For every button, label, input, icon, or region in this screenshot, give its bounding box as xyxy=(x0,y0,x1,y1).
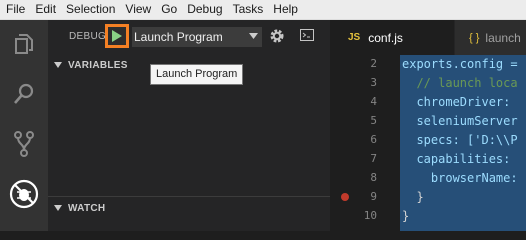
gear-icon[interactable] xyxy=(269,28,285,44)
launch-config-select[interactable]: Launch Program xyxy=(132,27,262,47)
code-line: // launch loca xyxy=(402,76,518,90)
debug-icon[interactable] xyxy=(0,174,48,214)
editor-gutter: 2 3 4 5 6 7 8 9 10 xyxy=(330,55,400,231)
editor-area: JS conf.js { } launch 2 3 4 5 6 7 8 9 10… xyxy=(330,20,526,231)
menu-debug[interactable]: Debug xyxy=(181,0,222,19)
line-number: 5 xyxy=(370,114,377,127)
tab-label: conf.js xyxy=(368,30,403,45)
line-number: 8 xyxy=(370,171,377,184)
menu-help[interactable]: Help xyxy=(267,0,298,19)
code-line: specs: ['D:\\P xyxy=(402,133,518,147)
editor-tabs: JS conf.js { } launch xyxy=(330,20,526,55)
launch-program-tooltip: Launch Program xyxy=(150,64,244,85)
code-selection[interactable]: exports.config = // launch loca chromeDr… xyxy=(400,55,526,231)
search-icon[interactable] xyxy=(0,74,48,114)
line-number: 3 xyxy=(370,76,377,89)
line-number: 10 xyxy=(363,209,377,222)
code-line: } xyxy=(402,190,424,204)
watch-section-header[interactable]: WATCH xyxy=(48,196,330,219)
code-line: browserName: xyxy=(402,171,518,185)
debug-toolbar: DEBUG Launch Program xyxy=(48,20,330,54)
line-number: 9 xyxy=(370,190,377,203)
menu-bar: File Edit Selection View Go Debug Tasks … xyxy=(0,0,526,20)
source-control-icon[interactable] xyxy=(0,124,48,164)
breakpoint-dot[interactable] xyxy=(341,193,349,201)
play-icon xyxy=(112,30,122,42)
activity-bar xyxy=(0,20,48,231)
line-number: 6 xyxy=(370,133,377,146)
menu-edit[interactable]: Edit xyxy=(29,0,56,19)
tab-conf-js[interactable]: JS conf.js xyxy=(330,20,454,55)
menu-selection[interactable]: Selection xyxy=(60,0,115,19)
menu-file[interactable]: File xyxy=(0,0,25,19)
start-debugging-button[interactable] xyxy=(105,24,129,48)
code-line: seleniumServer xyxy=(402,114,518,128)
line-number: 7 xyxy=(370,152,377,165)
menu-go[interactable]: Go xyxy=(155,0,177,19)
code-line: chromeDriver: xyxy=(402,95,518,109)
debug-title: DEBUG xyxy=(69,31,107,42)
variables-title: VARIABLES xyxy=(68,59,128,71)
code-line: exports.config = xyxy=(402,57,525,71)
code-line: capabilities: xyxy=(402,152,518,166)
debug-console-icon[interactable] xyxy=(300,29,314,41)
launch-config-value: Launch Program xyxy=(134,30,223,44)
chevron-down-icon xyxy=(48,205,68,211)
js-file-icon: JS xyxy=(348,32,361,43)
menu-view[interactable]: View xyxy=(119,0,151,19)
debug-sidebar: DEBUG Launch Program VARIABLES WATCH Lau… xyxy=(48,20,330,231)
line-number: 4 xyxy=(370,95,377,108)
json-file-icon: { } xyxy=(469,31,480,44)
tab-label: launch xyxy=(485,30,521,45)
chevron-down-icon xyxy=(48,62,68,68)
explorer-icon[interactable] xyxy=(0,24,48,64)
chevron-down-icon xyxy=(249,33,258,39)
vscode-window: File Edit Selection View Go Debug Tasks … xyxy=(0,0,526,231)
line-number: 2 xyxy=(370,57,377,70)
watch-title: WATCH xyxy=(68,202,106,214)
menu-tasks[interactable]: Tasks xyxy=(227,0,264,19)
tab-launch-json[interactable]: { } launch xyxy=(455,20,526,55)
code-line: } xyxy=(402,209,410,223)
